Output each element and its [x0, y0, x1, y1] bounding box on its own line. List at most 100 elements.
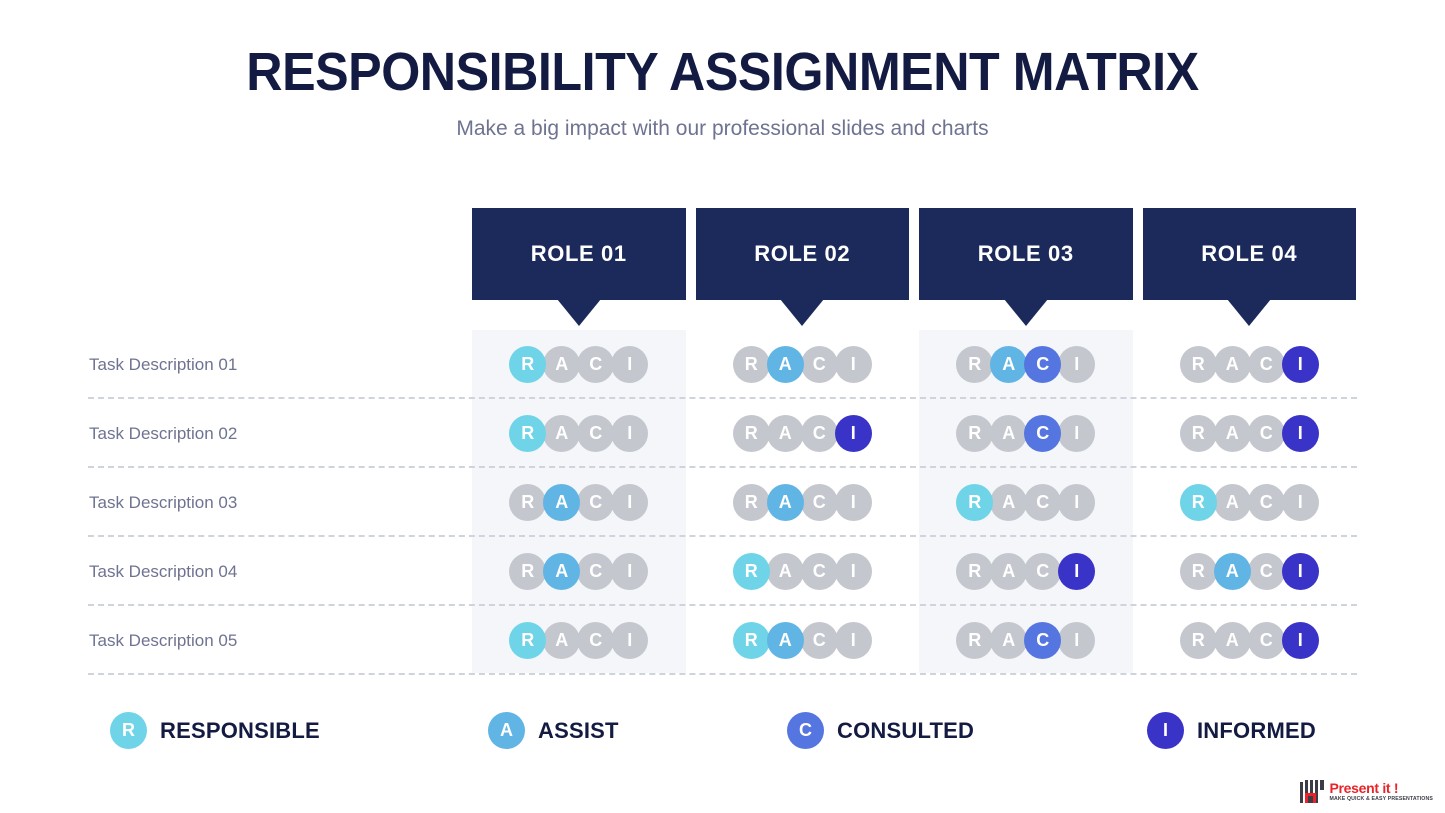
raci-badge-a[interactable]: A [990, 415, 1028, 452]
raci-badge-c[interactable]: C [800, 553, 838, 590]
raci-badge-a[interactable]: A [766, 346, 804, 383]
raci-badge-i[interactable]: I [1281, 553, 1319, 590]
raci-badge-i[interactable]: I [611, 415, 649, 452]
legend-item-c[interactable]: C CONSULTED [787, 712, 974, 749]
raci-badge-c[interactable]: C [1024, 553, 1062, 590]
raci-group: RACI [1179, 622, 1319, 659]
raci-badge-c[interactable]: C [577, 346, 615, 383]
role-header-label: ROLE 04 [1201, 241, 1298, 266]
raci-badge-a[interactable]: A [766, 622, 804, 659]
raci-badge-c[interactable]: C [1024, 622, 1062, 659]
raci-badge-i[interactable]: I [1058, 415, 1096, 452]
raci-badge-a[interactable]: A [1213, 553, 1251, 590]
role-header-1[interactable]: ROLE 01 [472, 208, 686, 326]
raci-badge-i[interactable]: I [834, 415, 872, 452]
raci-badge-r[interactable]: R [956, 346, 994, 383]
raci-badge-c[interactable]: C [1024, 484, 1062, 521]
raci-badge-r[interactable]: R [1179, 622, 1217, 659]
raci-badge-c[interactable]: C [1024, 346, 1062, 383]
raci-badge-a[interactable]: A [990, 346, 1028, 383]
raci-badge-r[interactable]: R [1179, 484, 1217, 521]
raci-group: RACI [509, 553, 649, 590]
raci-badge-i[interactable]: I [1281, 346, 1319, 383]
raci-badge-c[interactable]: C [577, 415, 615, 452]
legend-item-i[interactable]: I INFORMED [1147, 712, 1316, 749]
raci-badge-c[interactable]: C [800, 415, 838, 452]
raci-badge-a[interactable]: A [766, 553, 804, 590]
raci-badge-i[interactable]: I [611, 484, 649, 521]
raci-badge-c[interactable]: C [1247, 415, 1285, 452]
raci-badge-r[interactable]: R [956, 622, 994, 659]
raci-badge-c[interactable]: C [1247, 484, 1285, 521]
raci-badge-c[interactable]: C [1247, 553, 1285, 590]
raci-badge-r[interactable]: R [956, 553, 994, 590]
role-header-3[interactable]: ROLE 03 [919, 208, 1133, 326]
raci-badge-r[interactable]: R [509, 622, 547, 659]
raci-badge-r[interactable]: R [509, 484, 547, 521]
raci-cell: RACI [696, 484, 910, 521]
raci-badge-c[interactable]: C [1247, 346, 1285, 383]
legend-item-r[interactable]: R RESPONSIBLE [110, 712, 320, 749]
raci-cell: RACI [919, 553, 1133, 590]
raci-badge-a[interactable]: A [766, 415, 804, 452]
raci-badge-a[interactable]: A [990, 553, 1028, 590]
raci-badge-r[interactable]: R [956, 415, 994, 452]
raci-badge-i[interactable]: I [1281, 415, 1319, 452]
raci-badge-i[interactable]: I [611, 622, 649, 659]
raci-badge-a[interactable]: A [543, 346, 581, 383]
raci-cell: RACI [1143, 415, 1357, 452]
raci-cell: RACI [696, 622, 910, 659]
raci-badge-i[interactable]: I [834, 622, 872, 659]
raci-badge-i[interactable]: I [1058, 622, 1096, 659]
raci-badge-a[interactable]: A [543, 415, 581, 452]
raci-badge-i[interactable]: I [834, 484, 872, 521]
raci-badge-a[interactable]: A [543, 484, 581, 521]
role-header-4[interactable]: ROLE 04 [1142, 208, 1356, 326]
raci-badge-r[interactable]: R [509, 415, 547, 452]
raci-badge-i[interactable]: I [834, 346, 872, 383]
raci-badge-r[interactable]: R [1179, 346, 1217, 383]
page-title: RESPONSIBILITY ASSIGNMENT MATRIX [246, 42, 1199, 102]
raci-badge-i[interactable]: I [1281, 622, 1319, 659]
task-row: Task Description 05 R A C I R A C I R A C I R A C I [0, 606, 1445, 675]
raci-badge-a[interactable]: A [990, 622, 1028, 659]
raci-badge-a[interactable]: A [1213, 346, 1251, 383]
raci-badge-r[interactable]: R [732, 484, 770, 521]
legend-item-a[interactable]: A ASSIST [488, 712, 619, 749]
raci-group: RACI [956, 415, 1096, 452]
raci-badge-i[interactable]: I [611, 346, 649, 383]
raci-badge-r[interactable]: R [732, 346, 770, 383]
logo-tagline: MAKE QUICK & EASY PRESENTATIONS [1329, 795, 1433, 802]
raci-badge-c[interactable]: C [800, 484, 838, 521]
raci-badge-a[interactable]: A [543, 553, 581, 590]
raci-badge-i[interactable]: I [1058, 346, 1096, 383]
raci-badge-a[interactable]: A [1213, 622, 1251, 659]
raci-badge-i[interactable]: I [1058, 553, 1096, 590]
raci-badge-a[interactable]: A [1213, 415, 1251, 452]
raci-badge-i[interactable]: I [834, 553, 872, 590]
raci-badge-c[interactable]: C [577, 622, 615, 659]
raci-badge-r[interactable]: R [1179, 553, 1217, 590]
raci-badge-i[interactable]: I [611, 553, 649, 590]
raci-badge-r[interactable]: R [509, 553, 547, 590]
raci-badge-r[interactable]: R [732, 415, 770, 452]
raci-badge-i[interactable]: I [1058, 484, 1096, 521]
raci-badge-a[interactable]: A [1213, 484, 1251, 521]
raci-badge-c[interactable]: C [577, 553, 615, 590]
raci-badge-c[interactable]: C [800, 346, 838, 383]
raci-badge-c[interactable]: C [800, 622, 838, 659]
raci-badge-a[interactable]: A [990, 484, 1028, 521]
raci-badge-r[interactable]: R [1179, 415, 1217, 452]
raci-badge-r[interactable]: R [732, 553, 770, 590]
raci-badge-r[interactable]: R [732, 622, 770, 659]
raci-badge-i[interactable]: I [1281, 484, 1319, 521]
raci-badge-c[interactable]: C [1247, 622, 1285, 659]
raci-badge-c[interactable]: C [577, 484, 615, 521]
raci-badge-a[interactable]: A [766, 484, 804, 521]
legend-badge-a: A [488, 712, 525, 749]
raci-badge-a[interactable]: A [543, 622, 581, 659]
role-header-2[interactable]: ROLE 02 [695, 208, 909, 326]
raci-badge-c[interactable]: C [1024, 415, 1062, 452]
raci-badge-r[interactable]: R [956, 484, 994, 521]
raci-badge-r[interactable]: R [509, 346, 547, 383]
